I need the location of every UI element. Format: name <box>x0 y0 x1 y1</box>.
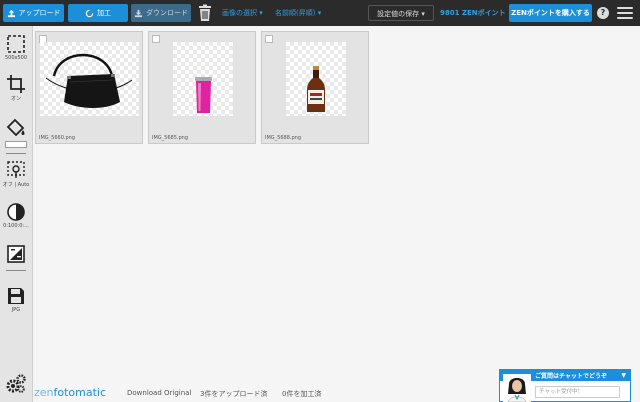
image-filename: IMG_5688.png <box>265 135 301 141</box>
format-value: JPG <box>11 307 21 313</box>
divider <box>6 153 26 154</box>
contrast-icon <box>7 203 25 221</box>
save-format-icon <box>8 288 24 304</box>
help-icon[interactable]: ? <box>597 7 609 19</box>
fill-tool[interactable] <box>0 116 32 148</box>
fill-color-swatch[interactable] <box>5 141 27 148</box>
processed-count: 0件を加工済 <box>282 390 322 398</box>
collapse-icon[interactable]: ▼ <box>621 372 626 379</box>
upload-label: アップロード <box>18 9 61 17</box>
tumbler-image <box>195 77 212 113</box>
image-thumbnail <box>286 42 346 116</box>
crop-icon <box>7 75 25 93</box>
refresh-icon <box>85 9 94 17</box>
chat-input[interactable]: チャット受付中！ <box>535 386 620 398</box>
hamburger-menu-icon[interactable] <box>617 7 633 19</box>
upload-icon <box>7 9 15 17</box>
caret-down-icon: ▾ <box>421 10 425 18</box>
resize-icon <box>7 35 25 53</box>
save-settings-dropdown[interactable]: 設定値の保存 ▾ <box>368 5 434 21</box>
resize-tool[interactable]: 500x500 <box>0 34 32 61</box>
image-thumbnail <box>40 42 139 116</box>
download-label: ダウンロード <box>146 9 188 17</box>
contrast-tool[interactable]: 0:100:0:... <box>0 202 32 229</box>
image-card[interactable]: IMG_5685.png <box>148 31 256 144</box>
uploaded-count: 3件をアップロード済 <box>200 390 268 398</box>
chevron-down-icon: ▾ <box>259 9 263 17</box>
image-thumbnail <box>173 42 233 116</box>
crop-value: オン <box>10 96 21 102</box>
whisky-bottle-image <box>307 66 325 112</box>
select-images-menu[interactable]: 画像の選択 ▾ <box>222 8 263 18</box>
image-card[interactable]: IMG_5688.png <box>261 31 369 144</box>
points-balance: 9801 ZENポイント <box>440 9 506 17</box>
top-toolbar: アップロード 加工 ダウンロード 画像の選択 ▾ 名前順(昇順) ▾ 設定値の保… <box>0 0 640 26</box>
format-tool[interactable]: JPG <box>0 286 32 313</box>
sort-menu[interactable]: 名前順(昇順) ▾ <box>275 8 321 18</box>
select-checkbox[interactable] <box>265 35 273 43</box>
image-filename: IMG_5685.png <box>152 135 188 141</box>
shadow-icon <box>7 161 25 178</box>
operator-avatar <box>503 374 531 402</box>
brand-logo: zenfotomatic <box>34 386 107 399</box>
download-button[interactable]: ダウンロード <box>131 4 191 22</box>
settings-tool[interactable] <box>0 374 32 394</box>
shadow-value: オフ | Auto <box>2 182 30 188</box>
adjust-tool[interactable] <box>0 244 32 264</box>
chat-title: ご質問はチャットでどうぞ <box>535 373 607 380</box>
select-checkbox[interactable] <box>152 35 160 43</box>
resize-value: 500x500 <box>4 55 28 61</box>
divider <box>6 270 26 271</box>
crop-tool[interactable]: オン <box>0 74 32 102</box>
handbag-image <box>45 53 133 108</box>
process-label: 加工 <box>97 9 111 17</box>
chat-widget[interactable]: ご質問はチャットでどうぞ ▼ チャット受付中！ <box>499 369 631 402</box>
download-original-link[interactable]: Download Original <box>127 389 191 397</box>
image-filename: IMG_5660.png <box>39 135 75 141</box>
image-card[interactable]: IMG_5660.png <box>35 31 143 144</box>
download-icon <box>134 9 143 17</box>
buy-points-button[interactable]: ZENポイントを購入する <box>509 4 592 22</box>
fill-icon <box>6 118 25 137</box>
adjust-icon <box>7 245 25 263</box>
shadow-tool[interactable]: オフ | Auto <box>0 160 32 188</box>
gears-icon <box>6 374 26 393</box>
chevron-down-icon: ▾ <box>317 9 322 17</box>
trash-icon[interactable] <box>197 4 213 22</box>
levels-value: 0:100:0:... <box>3 223 29 229</box>
upload-button[interactable]: アップロード <box>3 4 64 22</box>
process-button[interactable]: 加工 <box>68 4 128 22</box>
tool-sidebar: 500x500 オン オフ | Auto 0:100:0:... JPG <box>0 26 33 402</box>
